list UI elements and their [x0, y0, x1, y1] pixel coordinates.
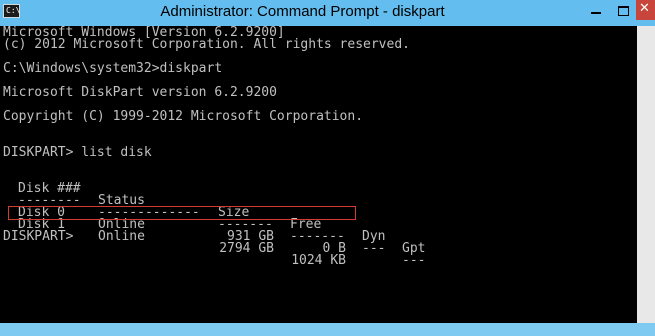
close-button[interactable] — [636, 0, 655, 20]
console-line: C:\Windows\system32>diskpart — [3, 61, 223, 76]
maximize-button[interactable] — [610, 0, 636, 20]
console-output[interactable]: Microsoft Windows [Version 6.2.9200] (c)… — [0, 26, 637, 323]
console-line: Copyright (C) 1999-2012 Microsoft Corpor… — [3, 109, 364, 124]
highlight-box — [8, 206, 356, 220]
console-line: DISKPART> list disk — [3, 145, 152, 160]
window-bottom-border — [0, 323, 655, 336]
disk-table-separator: -------- ------------- ------- ------- -… — [18, 193, 426, 268]
console-line: (c) 2012 Microsoft Corporation. All righ… — [3, 37, 410, 52]
minimize-button[interactable] — [582, 0, 610, 20]
title-bar[interactable]: C:\ Administrator: Command Prompt - disk… — [0, 0, 655, 26]
command-prompt-line[interactable]: DISKPART> — [3, 230, 81, 243]
command-prompt-window: C:\ Administrator: Command Prompt - disk… — [0, 0, 655, 336]
console-line: Microsoft DiskPart version 6.2.9200 — [3, 85, 277, 100]
vertical-scrollbar[interactable] — [637, 26, 655, 323]
window-title: Administrator: Command Prompt - diskpart — [160, 3, 445, 20]
disk-table-header: Disk ### Status Size Free Dyn Gpt — [3, 171, 425, 255]
